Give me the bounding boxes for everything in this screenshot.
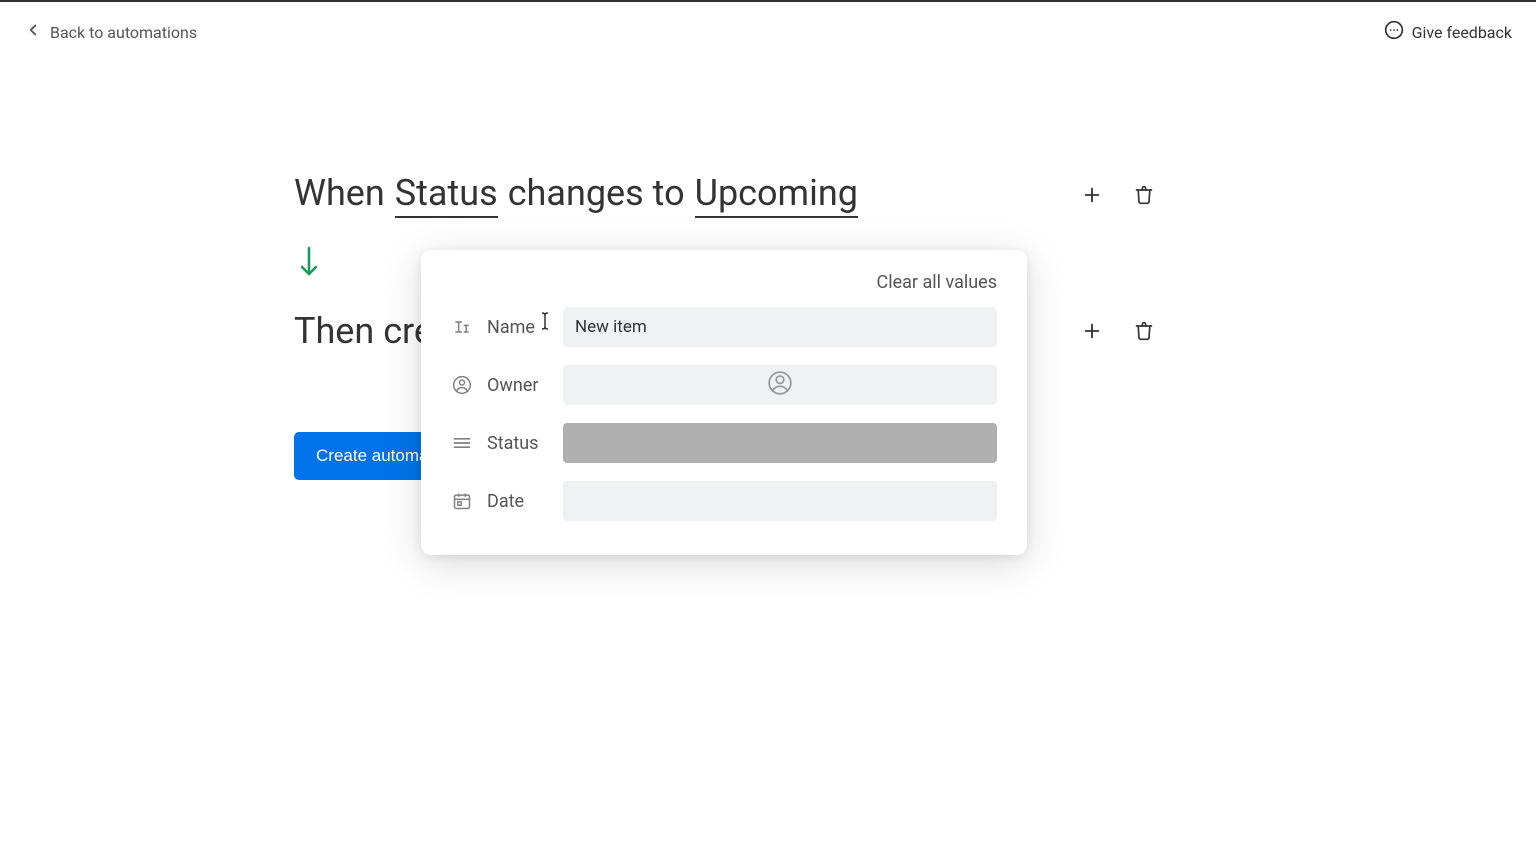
date-input[interactable] <box>563 481 997 521</box>
name-field-row: Name New item <box>451 307 997 347</box>
text-icon <box>451 317 473 337</box>
feedback-button[interactable]: Give feedback <box>1384 20 1512 44</box>
back-button[interactable]: Back to automations <box>24 21 197 43</box>
person-icon <box>451 375 473 395</box>
delete-action-button[interactable] <box>1132 319 1156 343</box>
action-row-actions <box>1080 319 1156 343</box>
trigger-when: When <box>294 172 385 214</box>
delete-trigger-button[interactable] <box>1132 183 1156 207</box>
status-input[interactable] <box>563 423 997 463</box>
calendar-icon <box>451 491 473 511</box>
owner-label: Owner <box>487 375 549 396</box>
feedback-icon <box>1384 20 1404 44</box>
feedback-label: Give feedback <box>1412 23 1512 42</box>
trigger-row: When Status changes to Upcoming <box>294 172 1536 218</box>
trigger-sentence[interactable]: When Status changes to Upcoming <box>294 172 858 218</box>
status-field-row: Status <box>451 423 997 463</box>
clear-all-button[interactable]: Clear all values <box>876 272 997 293</box>
trigger-verb: changes to <box>508 172 685 214</box>
trigger-field[interactable]: Status <box>395 172 498 218</box>
item-values-popup: Clear all values Name New item Owner Sta… <box>421 250 1027 555</box>
owner-field-row: Owner <box>451 365 997 405</box>
add-action-button[interactable] <box>1080 319 1104 343</box>
date-field-row: Date <box>451 481 997 521</box>
app-header: Back to automations Give feedback <box>0 2 1536 62</box>
owner-input[interactable] <box>563 365 997 405</box>
action-sentence[interactable]: Then cre <box>294 310 433 352</box>
add-trigger-button[interactable] <box>1080 183 1104 207</box>
name-input[interactable]: New item <box>563 307 997 347</box>
trigger-value[interactable]: Upcoming <box>695 172 858 218</box>
trigger-row-actions <box>1080 183 1156 207</box>
popup-header: Clear all values <box>451 272 997 293</box>
name-value: New item <box>575 317 647 337</box>
owner-avatar-icon <box>767 370 793 401</box>
date-label: Date <box>487 491 549 512</box>
status-label: Status <box>487 433 549 454</box>
name-label: Name <box>487 317 549 338</box>
back-label: Back to automations <box>50 23 197 42</box>
status-icon <box>451 433 473 453</box>
chevron-left-icon <box>24 21 42 43</box>
